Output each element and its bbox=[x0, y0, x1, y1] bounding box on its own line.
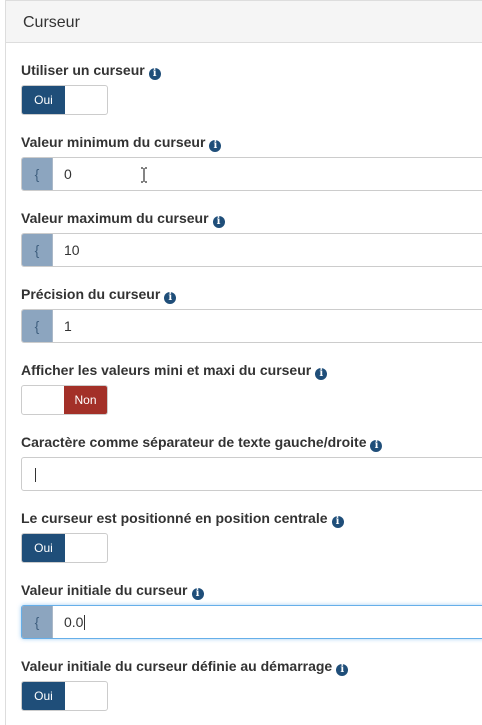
brace-icon: { bbox=[22, 606, 53, 638]
field-label: Caractère comme séparateur de texte gauc… bbox=[21, 433, 482, 452]
field-centered-position: Le curseur est positionné en position ce… bbox=[21, 509, 482, 563]
info-icon[interactable]: i bbox=[191, 588, 204, 600]
min-value-text: 0 bbox=[64, 166, 72, 182]
field-label: Le curseur est positionné en position ce… bbox=[21, 509, 482, 528]
field-use-slider: Utiliser un curseur i Oui bbox=[21, 61, 482, 115]
field-separator-char: Caractère comme séparateur de texte gauc… bbox=[21, 433, 482, 491]
use-slider-toggle[interactable]: Oui bbox=[21, 85, 108, 115]
field-label: Précision du curseur i bbox=[21, 285, 482, 304]
text-cursor-icon bbox=[141, 167, 147, 183]
min-value-input[interactable]: { 0 bbox=[21, 157, 482, 191]
field-initial-value: Valeur initiale du curseur i { 0.0 bbox=[21, 581, 482, 639]
field-label: Utiliser un curseur i bbox=[21, 61, 482, 80]
centered-position-toggle[interactable]: Oui bbox=[21, 533, 108, 563]
show-min-max-toggle[interactable]: Non bbox=[21, 385, 108, 415]
toggle-state-label: Non bbox=[64, 386, 107, 414]
initial-value-text: 0.0 bbox=[64, 614, 84, 630]
toggle-state-label: Oui bbox=[22, 534, 65, 562]
info-icon[interactable]: i bbox=[209, 140, 222, 152]
info-icon[interactable]: i bbox=[212, 216, 225, 228]
field-label: Valeur minimum du curseur i bbox=[21, 133, 482, 152]
max-value-input[interactable]: { 10 bbox=[21, 233, 482, 267]
text-caret bbox=[84, 615, 86, 630]
field-label: Afficher les valeurs mini et maxi du cur… bbox=[21, 361, 482, 380]
separator-char-input[interactable] bbox=[21, 457, 482, 491]
field-show-min-max: Afficher les valeurs mini et maxi du cur… bbox=[21, 361, 482, 415]
field-label: Valeur maximum du curseur i bbox=[21, 209, 482, 228]
field-label: Valeur initiale du curseur i bbox=[21, 581, 482, 600]
field-min-value: Valeur minimum du curseur i { 0 bbox=[21, 133, 482, 191]
max-value-text: 10 bbox=[64, 242, 80, 258]
initial-value-wrap: 0.0 bbox=[64, 606, 86, 638]
brace-icon: { bbox=[22, 158, 53, 190]
panel-heading: Curseur bbox=[6, 0, 482, 43]
precision-input[interactable]: { 1 bbox=[21, 309, 482, 343]
field-max-value: Valeur maximum du curseur i { 10 bbox=[21, 209, 482, 267]
precision-text: 1 bbox=[64, 318, 72, 334]
text-caret bbox=[35, 468, 36, 482]
info-icon[interactable]: i bbox=[148, 68, 161, 80]
info-icon[interactable]: i bbox=[370, 440, 383, 452]
initial-on-start-toggle[interactable]: Oui bbox=[21, 681, 108, 711]
brace-icon: { bbox=[22, 234, 53, 266]
initial-value-input[interactable]: { 0.0 bbox=[21, 605, 482, 639]
panel-title: Curseur bbox=[23, 14, 80, 31]
info-icon[interactable]: i bbox=[315, 368, 328, 380]
brace-icon: { bbox=[22, 310, 53, 342]
info-icon[interactable]: i bbox=[164, 292, 177, 304]
toggle-state-label: Oui bbox=[22, 86, 65, 114]
info-icon[interactable]: i bbox=[336, 664, 349, 676]
field-label: Valeur initiale du curseur définie au dé… bbox=[21, 657, 482, 676]
field-initial-on-start: Valeur initiale du curseur définie au dé… bbox=[21, 657, 482, 711]
field-precision: Précision du curseur i { 1 bbox=[21, 285, 482, 343]
info-icon[interactable]: i bbox=[331, 516, 344, 528]
toggle-state-label: Oui bbox=[22, 682, 65, 710]
